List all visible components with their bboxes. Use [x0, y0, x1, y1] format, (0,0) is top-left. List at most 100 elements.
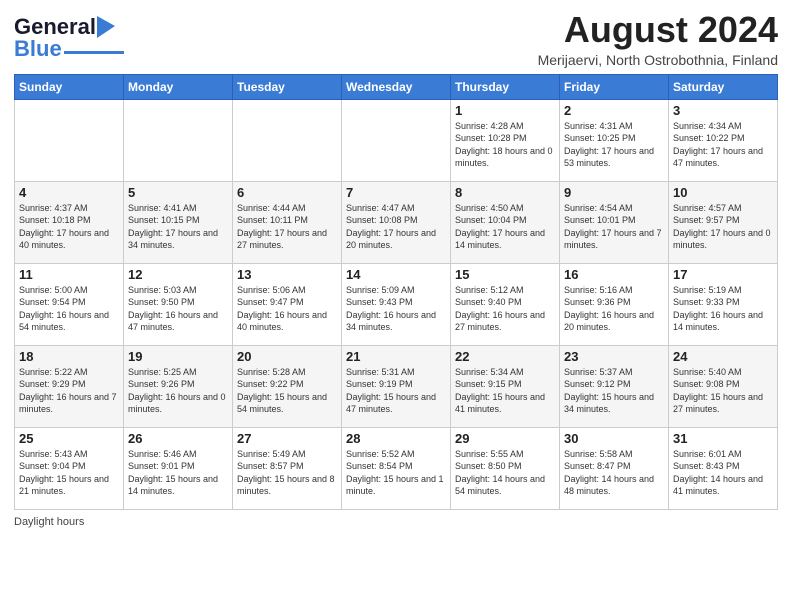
day-info: Sunrise: 5:16 AM Sunset: 9:36 PM Dayligh… [564, 284, 664, 334]
day-number: 19 [128, 349, 228, 364]
day-info: Sunrise: 5:12 AM Sunset: 9:40 PM Dayligh… [455, 284, 555, 334]
day-number: 2 [564, 103, 664, 118]
day-info: Sunrise: 4:54 AM Sunset: 10:01 PM Daylig… [564, 202, 664, 252]
logo: General Blue [14, 14, 124, 62]
day-info: Sunrise: 4:37 AM Sunset: 10:18 PM Daylig… [19, 202, 119, 252]
calendar-cell: 5Sunrise: 4:41 AM Sunset: 10:15 PM Dayli… [124, 181, 233, 263]
calendar-day-header: Sunday [15, 74, 124, 99]
day-number: 8 [455, 185, 555, 200]
page: General Blue August 2024 Merijaervi, Nor… [0, 0, 792, 612]
calendar-cell: 29Sunrise: 5:55 AM Sunset: 8:50 PM Dayli… [451, 427, 560, 509]
day-info: Sunrise: 5:28 AM Sunset: 9:22 PM Dayligh… [237, 366, 337, 416]
calendar-cell: 19 Sunrise: 5:25 AM Sunset: 9:26 PM Dayli… [124, 345, 233, 427]
title-section: August 2024 Merijaervi, North Ostrobothn… [538, 10, 778, 68]
calendar-cell: 2 Sunrise: 4:31 AM Sunset: 10:25 PM Dayli… [560, 99, 669, 181]
calendar-cell: 24Sunrise: 5:40 AM Sunset: 9:08 PM Dayli… [669, 345, 778, 427]
day-number: 10 [673, 185, 773, 200]
calendar-cell: 3Sunrise: 4:34 AM Sunset: 10:22 PM Dayli… [669, 99, 778, 181]
daylight-label: Daylight hours [14, 516, 84, 528]
day-info: Sunrise: 5:49 AM Sunset: 8:57 PM Dayligh… [237, 448, 337, 498]
day-number: 22 [455, 349, 555, 364]
day-number: 28 [346, 431, 446, 446]
calendar-cell: 31 Sunrise: 6:01 AM Sunset: 8:43 PM Dayli… [669, 427, 778, 509]
calendar-cell: 22Sunrise: 5:34 AM Sunset: 9:15 PM Dayli… [451, 345, 560, 427]
calendar-cell: 8 Sunrise: 4:50 AM Sunset: 10:04 PM Dayli… [451, 181, 560, 263]
calendar-cell: 7 Sunrise: 4:47 AM Sunset: 10:08 PM Dayli… [342, 181, 451, 263]
day-number: 14 [346, 267, 446, 282]
day-number: 9 [564, 185, 664, 200]
calendar-cell: 27 Sunrise: 5:49 AM Sunset: 8:57 PM Dayli… [233, 427, 342, 509]
day-info: Sunrise: 4:44 AM Sunset: 10:11 PM Daylig… [237, 202, 337, 252]
logo-triangle-icon [97, 16, 115, 38]
calendar-day-header: Monday [124, 74, 233, 99]
day-info: Sunrise: 5:31 AM Sunset: 9:19 PM Dayligh… [346, 366, 446, 416]
calendar-week-row: 25 Sunrise: 5:43 AM Sunset: 9:04 PM Dayli… [15, 427, 778, 509]
day-number: 17 [673, 267, 773, 282]
calendar-cell: 21 Sunrise: 5:31 AM Sunset: 9:19 PM Dayli… [342, 345, 451, 427]
calendar-week-row: 11 Sunrise: 5:00 AM Sunset: 9:54 PM Dayli… [15, 263, 778, 345]
day-info: Sunrise: 5:22 AM Sunset: 9:29 PM Dayligh… [19, 366, 119, 416]
calendar-cell: 12 Sunrise: 5:03 AM Sunset: 9:50 PM Dayli… [124, 263, 233, 345]
calendar-cell [342, 99, 451, 181]
calendar-day-header: Tuesday [233, 74, 342, 99]
calendar-week-row: 4 Sunrise: 4:37 AM Sunset: 10:18 PM Dayli… [15, 181, 778, 263]
day-number: 12 [128, 267, 228, 282]
calendar-cell: 4 Sunrise: 4:37 AM Sunset: 10:18 PM Dayli… [15, 181, 124, 263]
day-number: 13 [237, 267, 337, 282]
calendar-cell: 20 Sunrise: 5:28 AM Sunset: 9:22 PM Dayli… [233, 345, 342, 427]
day-number: 6 [237, 185, 337, 200]
calendar-day-header: Friday [560, 74, 669, 99]
day-number: 7 [346, 185, 446, 200]
day-info: Sunrise: 4:47 AM Sunset: 10:08 PM Daylig… [346, 202, 446, 252]
day-number: 5 [128, 185, 228, 200]
calendar-cell: 28Sunrise: 5:52 AM Sunset: 8:54 PM Dayli… [342, 427, 451, 509]
calendar-cell: 6 Sunrise: 4:44 AM Sunset: 10:11 PM Dayli… [233, 181, 342, 263]
day-number: 18 [19, 349, 119, 364]
day-number: 20 [237, 349, 337, 364]
calendar-cell: 26 Sunrise: 5:46 AM Sunset: 9:01 PM Dayli… [124, 427, 233, 509]
calendar-cell: 17 Sunrise: 5:19 AM Sunset: 9:33 PM Dayli… [669, 263, 778, 345]
day-number: 25 [19, 431, 119, 446]
day-info: Sunrise: 5:25 AM Sunset: 9:26 PM Dayligh… [128, 366, 228, 416]
month-title: August 2024 [538, 10, 778, 50]
calendar-day-header: Wednesday [342, 74, 451, 99]
day-info: Sunrise: 5:19 AM Sunset: 9:33 PM Dayligh… [673, 284, 773, 334]
day-info: Sunrise: 4:50 AM Sunset: 10:04 PM Daylig… [455, 202, 555, 252]
calendar-week-row: 1 Sunrise: 4:28 AM Sunset: 10:28 PM Dayli… [15, 99, 778, 181]
day-number: 15 [455, 267, 555, 282]
calendar-cell: 10 Sunrise: 4:57 AM Sunset: 9:57 PM Dayli… [669, 181, 778, 263]
day-number: 26 [128, 431, 228, 446]
day-info: Sunrise: 5:46 AM Sunset: 9:01 PM Dayligh… [128, 448, 228, 498]
day-number: 24 [673, 349, 773, 364]
day-number: 21 [346, 349, 446, 364]
calendar-day-header: Saturday [669, 74, 778, 99]
day-number: 16 [564, 267, 664, 282]
day-info: Sunrise: 4:28 AM Sunset: 10:28 PM Daylig… [455, 120, 555, 170]
day-info: Sunrise: 5:00 AM Sunset: 9:54 PM Dayligh… [19, 284, 119, 334]
location-title: Merijaervi, North Ostrobothnia, Finland [538, 52, 778, 68]
calendar-cell [233, 99, 342, 181]
day-info: Sunrise: 5:06 AM Sunset: 9:47 PM Dayligh… [237, 284, 337, 334]
day-info: Sunrise: 5:43 AM Sunset: 9:04 PM Dayligh… [19, 448, 119, 498]
calendar-day-header: Thursday [451, 74, 560, 99]
calendar-cell: 1 Sunrise: 4:28 AM Sunset: 10:28 PM Dayli… [451, 99, 560, 181]
calendar-week-row: 18 Sunrise: 5:22 AM Sunset: 9:29 PM Dayli… [15, 345, 778, 427]
day-info: Sunrise: 4:31 AM Sunset: 10:25 PM Daylig… [564, 120, 664, 170]
day-number: 27 [237, 431, 337, 446]
calendar-cell [124, 99, 233, 181]
day-info: Sunrise: 5:03 AM Sunset: 9:50 PM Dayligh… [128, 284, 228, 334]
day-number: 4 [19, 185, 119, 200]
day-number: 31 [673, 431, 773, 446]
day-info: Sunrise: 5:55 AM Sunset: 8:50 PM Dayligh… [455, 448, 555, 498]
calendar-cell: 25 Sunrise: 5:43 AM Sunset: 9:04 PM Dayli… [15, 427, 124, 509]
calendar-cell: 9 Sunrise: 4:54 AM Sunset: 10:01 PM Dayli… [560, 181, 669, 263]
day-number: 30 [564, 431, 664, 446]
day-number: 1 [455, 103, 555, 118]
logo-blue: Blue [14, 36, 62, 62]
calendar-cell: 30Sunrise: 5:58 AM Sunset: 8:47 PM Dayli… [560, 427, 669, 509]
day-info: Sunrise: 4:57 AM Sunset: 9:57 PM Dayligh… [673, 202, 773, 252]
calendar-cell: 14Sunrise: 5:09 AM Sunset: 9:43 PM Dayli… [342, 263, 451, 345]
day-number: 11 [19, 267, 119, 282]
day-info: Sunrise: 4:34 AM Sunset: 10:22 PM Daylig… [673, 120, 773, 170]
day-info: Sunrise: 6:01 AM Sunset: 8:43 PM Dayligh… [673, 448, 773, 498]
